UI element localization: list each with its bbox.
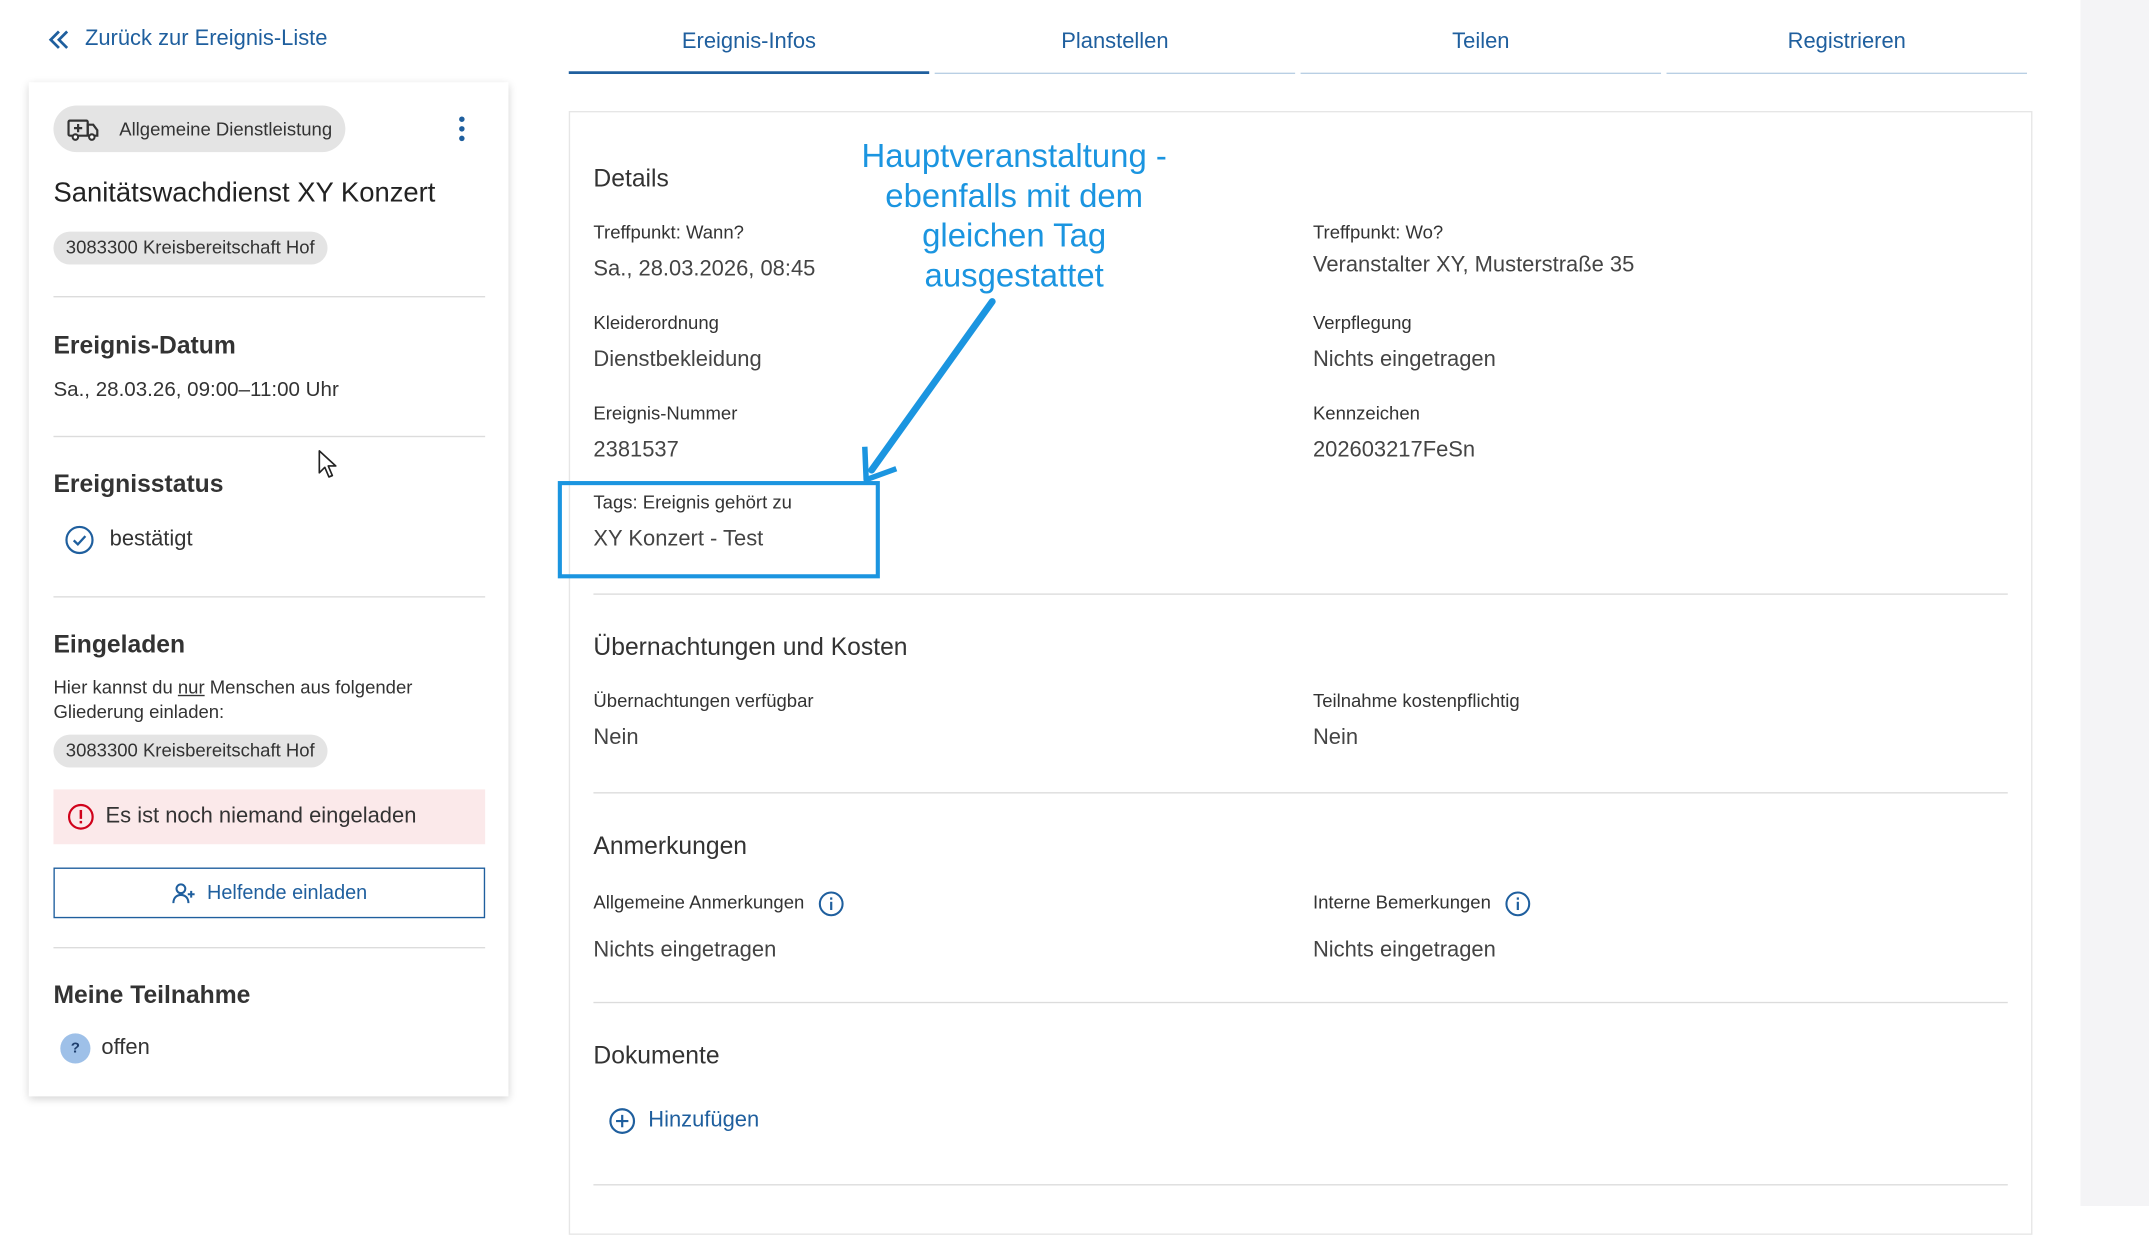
divider [593,1001,2008,1004]
tab-planstellen[interactable]: Planstellen [934,30,1296,75]
catering-label: Verpflegung [1312,312,1412,334]
documents-heading: Dokumente [593,1041,720,1069]
tab-teilen[interactable]: Teilen [1300,30,1662,75]
participation-heading: Meine Teilnahme [53,981,251,1009]
more-options-icon[interactable] [448,112,475,145]
overnight-label: Übernachtungen verfügbar [593,690,814,712]
divider [53,596,486,598]
meeting-when-value: Sa., 28.03.2026, 08:45 [593,257,816,281]
event-summary-card: Allgemeine Dienstleistung Sanitätswachdi… [28,82,509,1097]
remarks-heading: Anmerkungen [593,831,748,860]
event-info-panel: Details Treffpunkt: Wann? Sa., 28.03.202… [568,111,2033,1235]
double-chevron-left-icon [48,30,69,49]
add-document-label: Hinzufügen [648,1108,760,1133]
question-badge-icon: ? [60,1033,91,1064]
annotation-highlight-box [557,481,880,579]
scrollbar-gutter [2080,0,2149,1207]
add-user-icon [172,882,195,903]
overnight-value: Nein [593,726,639,750]
dress-code-label: Kleiderordnung [593,312,719,334]
internal-remarks-label: Interne Bemerkungen [1313,891,1530,917]
tab-registrieren[interactable]: Registrieren [1666,30,2027,75]
divider [53,947,486,949]
catering-value: Nichts eingetragen [1312,348,1496,372]
event-code-label: Kennzeichen [1312,402,1420,424]
cost-value: Nein [1312,726,1359,750]
general-remarks-value: Nichts eingetragen [593,938,777,963]
page-canvas: Zurück zur Ereignis-Liste Ereignis-Infos… [0,0,2149,1235]
divider [593,1184,2008,1186]
divider [53,435,486,438]
divider [53,296,486,298]
ambulance-icon [67,119,99,141]
plus-circle-icon [609,1108,636,1134]
info-icon[interactable] [818,891,844,917]
invite-helpers-button[interactable]: Helfende einladen [53,867,486,919]
invite-description: Hier kannst du nur Menschen aus folgende… [53,677,413,722]
event-type-label: Allgemeine Dienstleistung [119,118,333,140]
annotation-callout: Hauptveranstaltung - ebenfalls mit dem g… [861,138,1167,295]
meeting-where-value: Veranstalter XY, Musterstraße 35 [1312,253,1635,277]
invite-helpers-label: Helfende einladen [207,881,368,904]
divider [593,593,2008,595]
event-title: Sanitätswachdienst XY Konzert [53,178,436,209]
error-icon [67,803,94,830]
details-heading: Details [593,164,669,192]
invite-organization-chip: 3083300 Kreisbereitschaft Hof [53,734,328,768]
dress-code-value: Dienstbekleidung [593,348,762,372]
tab-label: Registrieren [1787,30,1906,54]
organization-chip: 3083300 Kreisbereitschaft Hof [53,231,328,265]
meeting-where-label: Treffpunkt: Wo? [1312,222,1444,243]
event-date-value: Sa., 28.03.26, 09:00–11:00 Uhr [53,378,339,402]
back-link[interactable]: Zurück zur Ereignis-Liste [47,27,328,52]
info-icon[interactable] [1504,891,1530,917]
tab-label: Planstellen [1061,30,1169,54]
tab-label: Ereignis-Infos [681,30,817,54]
tab-label: Teilen [1452,30,1510,54]
overnight-costs-heading: Übernachtungen und Kosten [593,633,908,661]
event-number-value: 2381537 [593,438,679,462]
cost-label: Teilnahme kostenpflichtig [1312,690,1520,712]
tab-ereignis-infos[interactable]: Ereignis-Infos [568,30,930,75]
general-remarks-label: Allgemeine Anmerkungen [593,891,844,917]
divider [593,792,2008,794]
event-status-value: bestätigt [109,527,193,551]
participation-status: ? offen [60,1033,150,1064]
event-number-label: Ereignis-Nummer [593,402,738,424]
mouse-cursor-icon [318,450,337,478]
invited-heading: Eingeladen [53,630,186,658]
meeting-when-label: Treffpunkt: Wann? [593,222,744,243]
event-date-heading: Ereignis-Datum [53,331,236,360]
back-link-label: Zurück zur Ereignis-Liste [84,27,328,51]
check-circle-icon [65,525,94,555]
event-status-heading: Ereignisstatus [53,470,224,498]
internal-remarks-value: Nichts eingetragen [1312,938,1496,963]
event-status: bestätigt [64,525,193,555]
no-invitations-alert: Es ist noch niemand eingeladen [53,789,486,845]
event-code-value: 202603217FeSn [1312,438,1476,462]
event-type-chip: Allgemeine Dienstleistung [53,105,346,153]
add-document-button[interactable]: Hinzufügen [609,1107,760,1134]
alert-text: Es ist noch niemand eingeladen [105,804,417,828]
participation-value: offen [101,1036,150,1060]
